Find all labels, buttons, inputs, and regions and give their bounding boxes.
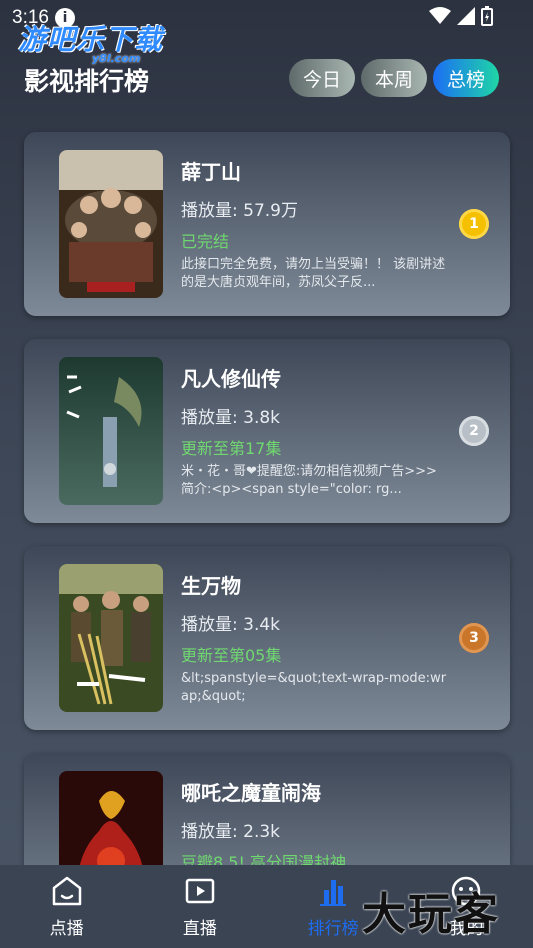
list-item[interactable]: 薛丁山 播放量: 57.9万 已完结 此接口完全免费，请勿上当受骗！！ 该剧讲述… bbox=[24, 132, 510, 316]
play-icon bbox=[185, 878, 215, 904]
tab-today[interactable]: 今日 bbox=[288, 59, 355, 97]
tab-week[interactable]: 本周 bbox=[360, 59, 427, 97]
poster-image bbox=[59, 150, 163, 298]
rank-badge: 3 bbox=[459, 623, 489, 653]
tab-all-time[interactable]: 总榜 bbox=[432, 59, 499, 97]
item-play-count: 播放量: 3.4k bbox=[181, 615, 281, 635]
item-title: 凡人修仙传 bbox=[181, 367, 281, 391]
item-title: 薛丁山 bbox=[181, 160, 241, 184]
item-play-count: 播放量: 2.3k bbox=[181, 822, 281, 842]
home-icon bbox=[52, 876, 81, 906]
status-icons bbox=[429, 6, 493, 26]
item-play-count: 播放量: 57.9万 bbox=[181, 201, 298, 221]
nav-label: 直播 bbox=[182, 919, 217, 939]
poster-image bbox=[59, 357, 163, 505]
battery-icon bbox=[481, 6, 493, 26]
signal-icon bbox=[457, 7, 475, 25]
brand-watermark: 大玩客 bbox=[362, 889, 500, 940]
ranking-list: 薛丁山 播放量: 57.9万 已完结 此接口完全免费，请勿上当受骗！！ 该剧讲述… bbox=[24, 132, 510, 948]
item-description: &lt;spanstyle=&quot;text-wrap-mode:wrap;… bbox=[181, 671, 447, 704]
item-title: 哪吒之魔童闹海 bbox=[181, 781, 321, 805]
ranking-tabs: 今日 本周 总榜 bbox=[288, 59, 499, 97]
bar-chart-icon bbox=[320, 880, 347, 906]
rank-badge: 2 bbox=[459, 416, 489, 446]
nav-item-vod[interactable]: 点播 bbox=[0, 865, 133, 948]
nav-label: 排行榜 bbox=[307, 919, 359, 939]
list-item[interactable]: 凡人修仙传 播放量: 3.8k 更新至第17集 米・花・哥❤提醒您:请勿相信视频… bbox=[24, 339, 510, 523]
item-description: 米・花・哥❤提醒您:请勿相信视频广告>>>简介:<p><span style="… bbox=[181, 464, 437, 497]
nav-label: 点播 bbox=[49, 919, 84, 939]
item-status: 更新至第17集 bbox=[181, 439, 282, 458]
nav-item-live[interactable]: 直播 bbox=[133, 865, 266, 948]
item-title: 生万物 bbox=[181, 574, 241, 598]
poster-image bbox=[59, 564, 163, 712]
item-play-count: 播放量: 3.8k bbox=[181, 408, 281, 428]
rank-badge: 1 bbox=[459, 209, 489, 239]
item-description: 此接口完全免费，请勿上当受骗！！ 该剧讲述的是大唐贞观年间，苏凤父子反... bbox=[181, 257, 446, 290]
wifi-icon bbox=[429, 7, 451, 24]
item-status: 更新至第05集 bbox=[181, 646, 282, 665]
list-item[interactable]: 生万物 播放量: 3.4k 更新至第05集 &lt;spanstyle=&quo… bbox=[24, 546, 510, 730]
site-watermark: 游吧乐下载 bbox=[18, 23, 164, 56]
item-status: 已完结 bbox=[181, 232, 230, 251]
page-title: 影视排行榜 bbox=[24, 67, 150, 96]
